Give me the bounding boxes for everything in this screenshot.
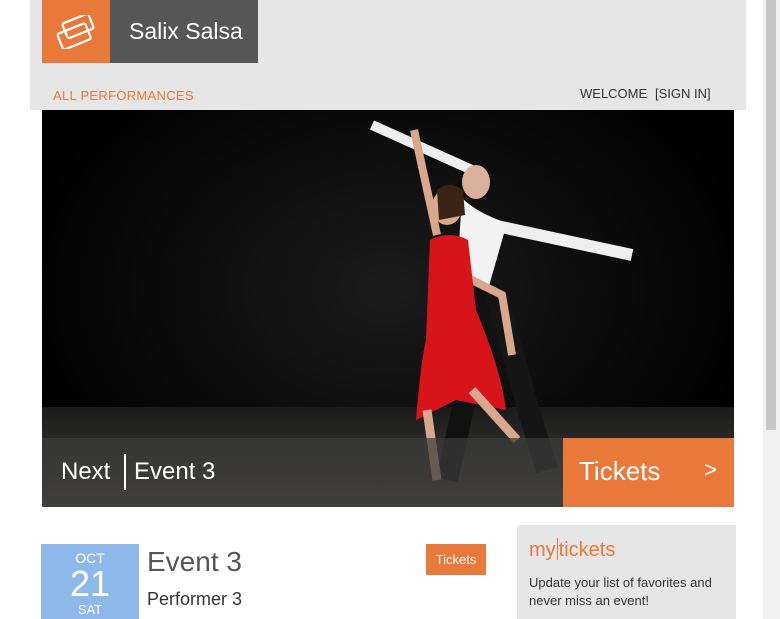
my-tickets-description: Update your list of favorites and never … (529, 575, 712, 608)
next-separator (124, 454, 126, 490)
next-event-name: Event 3 (134, 458, 216, 485)
my-tickets-panel[interactable]: my tickets Update your list of favorites … (517, 525, 736, 619)
all-performances-link[interactable]: ALL PERFORMANCES (53, 88, 194, 103)
event-tickets-button[interactable]: Tickets (426, 544, 486, 575)
title-separator (556, 538, 558, 560)
hero-banner[interactable]: Next Event 3 Tickets > (42, 110, 734, 507)
next-event-bar[interactable]: Next Event 3 (42, 438, 563, 507)
my-tickets-title: my tickets (529, 538, 615, 562)
hero-tickets-label: Tickets (579, 456, 661, 486)
ticket-icon (56, 14, 95, 49)
hero-tickets-button[interactable]: Tickets > (563, 438, 734, 507)
site-title[interactable]: Salix Salsa (110, 0, 258, 63)
event-title[interactable]: Event 3 (147, 546, 242, 578)
my-tickets-title-my: my (529, 539, 556, 561)
event-date-tile: OCT 21 SAT (41, 544, 139, 619)
scrollbar-thumb[interactable] (766, 0, 776, 430)
event-performer: Performer 3 (147, 589, 243, 609)
next-label: Next (61, 458, 111, 485)
chevron-right-icon: > (704, 457, 717, 482)
sign-in-link[interactable]: [SIGN IN] (655, 86, 711, 101)
event-day: 21 (69, 563, 111, 604)
site-title-text: Salix Salsa (129, 18, 243, 44)
logo-tile[interactable] (42, 0, 110, 63)
welcome-text: WELCOME (580, 86, 648, 101)
event-weekday: SAT (77, 602, 103, 617)
my-tickets-title-tickets: tickets (558, 539, 616, 561)
